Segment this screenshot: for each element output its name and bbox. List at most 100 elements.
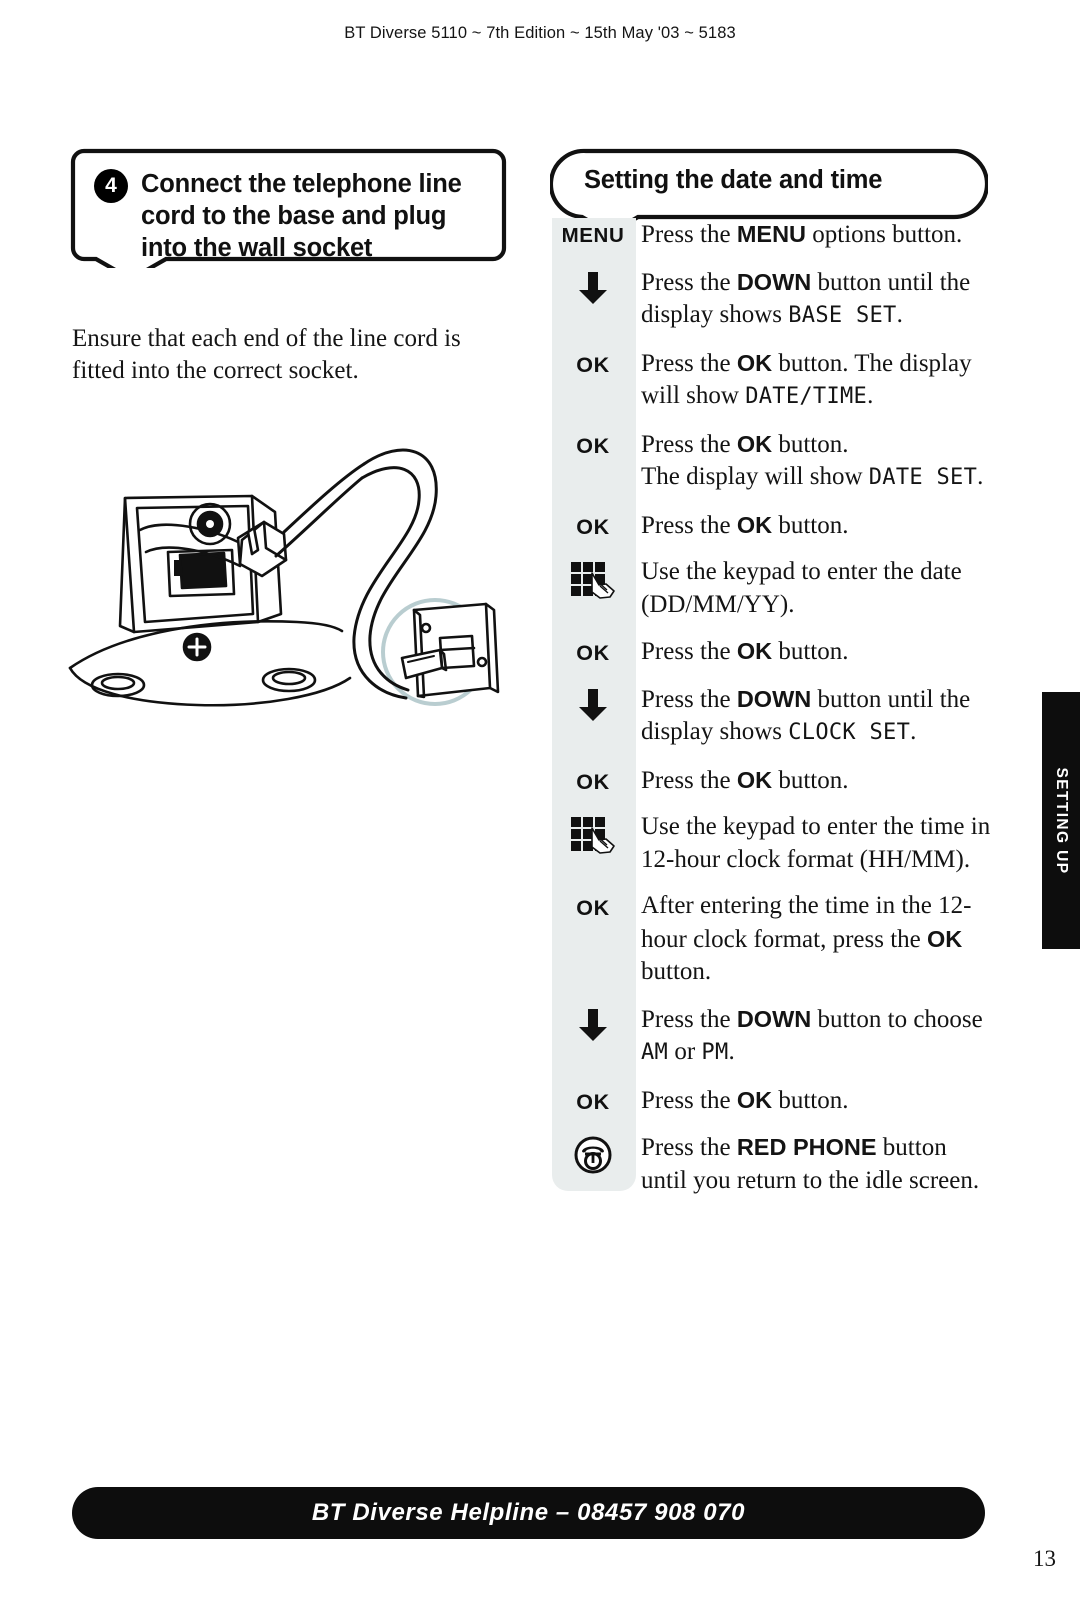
instruction-step-row: Press the RED PHONE button until you ret…	[550, 1131, 998, 1197]
step-text-run: button.	[772, 638, 849, 665]
instruction-step-row: Press the DOWN button until the display …	[550, 683, 998, 750]
step-icon-cell: OK	[550, 428, 636, 458]
step-icon-cell	[550, 1131, 636, 1180]
instruction-steps: MENU Press the MENU options button. Press …	[550, 218, 998, 1211]
down-arrow-icon	[578, 270, 608, 311]
step-icon-cell	[550, 556, 636, 607]
instruction-step-row: OK Press the OK button.	[550, 509, 998, 543]
side-tab-setting-up: SETTING UP	[1042, 692, 1080, 949]
step-text-run: Press the	[641, 1005, 737, 1033]
step-text-run: Use the keypad to enter the time in 12-h…	[641, 813, 991, 873]
lcd-display-text: CLOCK SET	[788, 720, 911, 745]
step-text-run: .	[728, 1038, 735, 1065]
button-name-emphasis: OK	[736, 766, 773, 793]
button-name-emphasis: RED PHONE	[736, 1134, 877, 1160]
instruction-step-row: Use the keypad to enter the date (DD/MM/…	[550, 556, 998, 621]
step-text-run: Press the	[641, 221, 737, 248]
ok-key-icon: OK	[576, 769, 610, 794]
step-instruction-text: Press the DOWN button to choose AM or PM…	[636, 1003, 998, 1070]
instruction-step-row: OK Press the OK button.	[550, 635, 998, 669]
button-name-emphasis: MENU	[736, 221, 807, 247]
step-text-run: Press the	[641, 766, 737, 794]
left-column: 4 Connect the telephone line cord to the…	[68, 148, 512, 707]
ok-key-icon: OK	[576, 514, 610, 539]
button-name-emphasis: DOWN	[736, 268, 812, 295]
step-icon-cell	[550, 683, 636, 728]
right-column: Setting the date and time MENU Press the …	[550, 148, 998, 1194]
step-text-run: button.	[772, 430, 849, 458]
step-text-run: .	[910, 718, 917, 745]
step-text-run: button.	[641, 958, 712, 985]
step-callout-box: 4 Connect the telephone line cord to the…	[70, 148, 507, 268]
step-text-run: Press the	[641, 1134, 737, 1161]
ok-key-icon: OK	[576, 641, 610, 665]
step-text-run: .	[977, 463, 984, 490]
lead-paragraph: Ensure that each end of the line cord is…	[72, 325, 461, 384]
helpline-text: BT Diverse Helpline – 08457 908 070	[311, 1499, 746, 1526]
step-text-run: Press the	[641, 685, 737, 713]
step-icon-cell: OK	[550, 764, 636, 794]
step-icon-cell	[550, 1003, 636, 1048]
instruction-step-row: OK Press the OK button.	[550, 1084, 998, 1118]
step-text-run: Press the	[641, 511, 737, 539]
step-text-run: button.	[772, 511, 849, 539]
ok-key-icon: OK	[576, 352, 610, 377]
down-arrow-icon	[578, 687, 608, 728]
menu-key-icon: MENU	[561, 224, 625, 247]
step-text-run: .	[867, 382, 874, 409]
instruction-step-row: OK Press the OK button.	[550, 764, 998, 798]
ok-key-icon: OK	[576, 433, 610, 458]
instruction-step-row: OK After entering the time in the 12-hour…	[550, 890, 998, 989]
red-phone-icon	[573, 1135, 613, 1180]
step-instruction-text: Use the keypad to enter the date (DD/MM/…	[636, 556, 998, 621]
step-icon-cell: OK	[550, 635, 636, 665]
step-instruction-text: Press the OK button.	[636, 509, 998, 543]
button-name-emphasis: OK	[736, 349, 773, 376]
instruction-step-row: MENU Press the MENU options button.	[550, 218, 998, 252]
step-text-run: Use the keypad to enter the date (DD/MM/…	[641, 558, 962, 618]
step-text-run: Press the	[641, 638, 737, 665]
ok-key-icon: OK	[576, 1089, 610, 1114]
step-text-run: Press the	[641, 430, 737, 458]
section-title: Setting the date and time	[584, 166, 883, 194]
step-instruction-text: After entering the time in the 12-hour c…	[636, 890, 998, 989]
step-icon-cell: OK	[550, 1084, 636, 1114]
step-text-run: .	[896, 301, 903, 328]
step-text-run: options button.	[806, 221, 963, 248]
lcd-display-text: BASE SET	[788, 303, 897, 328]
keypad-icon	[570, 560, 616, 607]
keypad-icon	[570, 815, 616, 862]
button-name-emphasis: OK	[927, 925, 963, 952]
step-instruction-text: Press the OK button.	[636, 1084, 998, 1118]
page-number: 13	[1033, 1546, 1056, 1571]
button-name-emphasis: OK	[736, 511, 773, 538]
step-text-run: or	[668, 1038, 702, 1065]
lcd-display-text: DATE/TIME	[745, 384, 868, 409]
instruction-step-row: Press the DOWN button until the display …	[550, 266, 998, 333]
instruction-step-list: MENU Press the MENU options button. Press …	[550, 218, 998, 1197]
step-icon-cell: OK	[550, 890, 636, 920]
instruction-step-row: Press the DOWN button to choose AM or PM…	[550, 1003, 998, 1070]
step-text-run: Press the	[641, 1086, 737, 1114]
step-instruction-text: Press the DOWN button until the display …	[636, 266, 998, 333]
step-text-run: button.	[772, 1086, 849, 1114]
lcd-display-text: PM	[701, 1040, 729, 1065]
step-text-run: Press the	[641, 268, 737, 296]
down-arrow-icon	[578, 1007, 608, 1048]
step-icon-cell	[550, 811, 636, 862]
button-name-emphasis: OK	[736, 430, 773, 457]
step-icon-cell	[550, 266, 636, 311]
step-text-run: Press the	[641, 349, 737, 377]
step-instruction-text: Press the DOWN button until the display …	[636, 683, 998, 750]
step-text-run: The display will show	[641, 463, 869, 490]
step-instruction-text: Use the keypad to enter the time in 12-h…	[636, 811, 998, 876]
step-instruction-text: Press the MENU options button.	[636, 218, 998, 252]
step-instruction-text: Press the OK button. The display will sho…	[636, 428, 998, 495]
step-instruction-text: Press the OK button.	[636, 635, 998, 669]
step-icon-cell: OK	[550, 347, 636, 377]
step-instruction-text: Press the OK button. The display will sh…	[636, 347, 998, 414]
lcd-display-text: DATE SET	[868, 465, 978, 490]
step-text-run: button.	[772, 766, 849, 794]
step-instruction-text: Press the RED PHONE button until you ret…	[636, 1131, 998, 1197]
step-callout-content: 4 Connect the telephone line cord to the…	[94, 168, 494, 264]
